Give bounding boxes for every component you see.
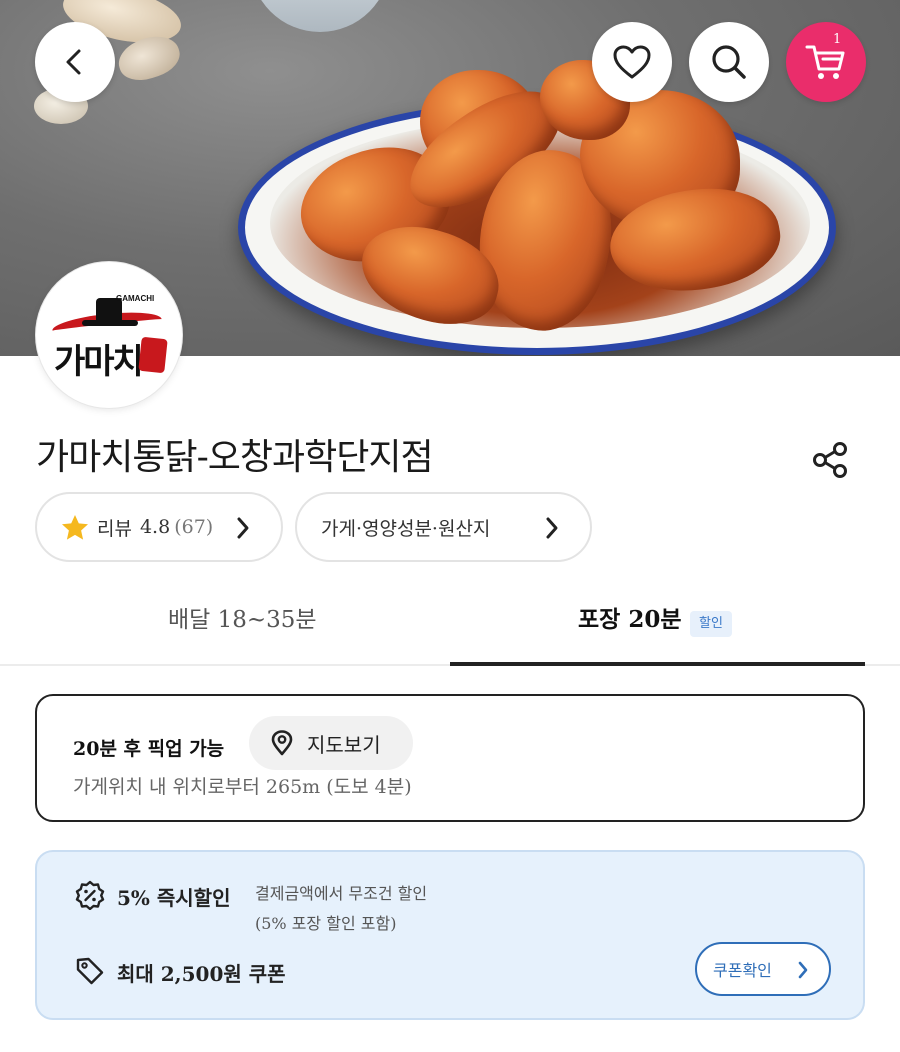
logo-seal xyxy=(138,336,168,374)
percent-badge-icon xyxy=(75,880,105,910)
discount-badge: 할인 xyxy=(690,611,732,637)
instant-discount-note: (5% 포장 할인 포함) xyxy=(255,914,397,933)
chevron-right-icon xyxy=(237,517,249,539)
store-info-label: 가게·영양성분·원산지 xyxy=(321,517,491,540)
search-button[interactable] xyxy=(689,22,769,102)
logo-hat-brim xyxy=(82,320,138,326)
store-name: 가마치통닭-오창과학단지점 xyxy=(36,437,434,478)
active-tab-indicator xyxy=(450,662,865,666)
search-icon xyxy=(712,45,746,79)
share-icon xyxy=(813,442,847,478)
store-info-pill[interactable]: 가게·영양성분·원산지 xyxy=(295,492,592,562)
view-map-label: 지도보기 xyxy=(307,732,381,757)
chevron-right-icon xyxy=(546,517,558,539)
tab-pickup[interactable]: 포장 20분 xyxy=(578,600,682,660)
cart-count-badge: 1 xyxy=(833,32,842,47)
review-rating: 4.8 xyxy=(139,516,171,538)
back-button[interactable] xyxy=(35,22,115,102)
store-logo: GAMACHI 가마치 xyxy=(36,262,182,408)
discount-card: 5% 즉시할인 결제금액에서 무조건 할인 (5% 포장 할인 포함) 최대 2… xyxy=(35,850,865,1020)
view-map-button[interactable]: 지도보기 xyxy=(249,716,413,770)
hero-bowl xyxy=(250,0,390,32)
favorite-button[interactable] xyxy=(592,22,672,102)
chevron-right-icon xyxy=(798,961,808,979)
pickup-info-card: 20분 후 픽업 가능 지도보기 가게위치 내 위치로부터 265m (도보 4… xyxy=(35,694,865,822)
check-coupon-label: 쿠폰확인 xyxy=(713,961,772,980)
tab-delivery[interactable]: 배달 18~35분 xyxy=(168,600,317,660)
review-pill[interactable]: 리뷰 4.8 (67) xyxy=(35,492,283,562)
star-icon xyxy=(62,514,88,540)
logo-text-en: GAMACHI xyxy=(116,294,155,303)
logo-text-ko: 가마치 xyxy=(54,342,144,382)
instant-discount-label: 5% 즉시할인 xyxy=(117,886,231,910)
tag-icon xyxy=(76,957,104,985)
review-count: (67) xyxy=(174,516,214,538)
check-coupon-button[interactable]: 쿠폰확인 xyxy=(695,942,831,996)
instant-discount-desc: 결제금액에서 무조건 할인 xyxy=(255,884,428,903)
review-label: 리뷰 xyxy=(97,517,132,540)
heart-icon xyxy=(613,45,651,79)
back-icon xyxy=(66,49,81,75)
share-button[interactable] xyxy=(808,440,852,480)
distance-text: 가게위치 내 위치로부터 265m (도보 4분) xyxy=(73,776,412,798)
coupon-label: 최대 2,500원 쿠폰 xyxy=(117,962,286,986)
location-pin-icon xyxy=(271,730,293,756)
cart-button[interactable] xyxy=(786,22,866,102)
cart-icon xyxy=(805,45,845,79)
pickup-ready-text: 20분 후 픽업 가능 xyxy=(73,738,225,760)
